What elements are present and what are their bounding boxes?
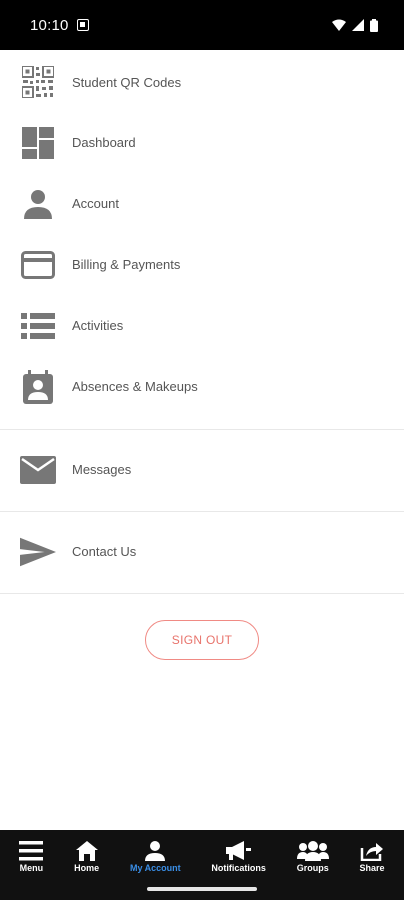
list-icon [20, 308, 56, 344]
send-icon [20, 534, 56, 570]
sign-out-button[interactable]: SIGN OUT [145, 620, 259, 660]
status-time: 10:10 [30, 16, 69, 34]
menu-item-label: Account [72, 196, 119, 211]
person-icon [20, 186, 56, 222]
section-divider [0, 593, 404, 594]
menu-item-billing-payments[interactable]: Billing & Payments [0, 234, 404, 295]
signout-container: SIGN OUT [0, 620, 404, 660]
notification-icon [76, 19, 89, 31]
wifi-icon [332, 19, 346, 31]
megaphone-icon [225, 841, 251, 860]
menu-item-account[interactable]: Account [0, 173, 404, 234]
nav-label: Menu [19, 863, 44, 873]
menu-item-label: Messages [72, 462, 132, 477]
nav-label: Share [359, 863, 385, 873]
badge-icon [20, 369, 56, 405]
menu-item-messages[interactable]: Messages [0, 439, 404, 500]
menu-item-dashboard[interactable]: Dashboard [0, 112, 404, 173]
envelope-icon [20, 452, 56, 488]
nav-share[interactable]: Share [360, 833, 385, 873]
hamburger-icon [19, 841, 44, 861]
menu-item-label: Absences & Makeups [72, 379, 198, 394]
home-indicator[interactable] [147, 887, 257, 891]
credit-card-icon [20, 247, 56, 283]
groups-icon [296, 841, 329, 861]
nav-label: Groups [296, 863, 329, 873]
nav-label: My Account [129, 863, 181, 873]
menu-item-label: Student QR Codes [72, 74, 182, 90]
status-icons [332, 18, 378, 32]
menu-item-student-qr-codes[interactable]: Student QR Codes [0, 52, 404, 112]
nav-menu[interactable]: Menu [19, 833, 44, 873]
menu-item-label: Contact Us [72, 544, 137, 559]
menu-item-label: Billing & Payments [72, 257, 181, 272]
nav-label: Notifications [211, 863, 266, 873]
status-bar: 10:10 [0, 0, 404, 50]
nav-my-account[interactable]: My Account [130, 833, 181, 873]
nav-notifications[interactable]: Notifications [211, 833, 266, 873]
nav-label: Home [74, 863, 100, 873]
battery-icon [370, 18, 378, 32]
account-menu: Student QR Codes Dashboard Account Billi… [0, 50, 404, 594]
menu-item-activities[interactable]: Activities [0, 295, 404, 356]
qr-code-icon [20, 64, 56, 100]
nav-home[interactable]: Home [74, 833, 99, 873]
menu-item-label: Activities [72, 318, 124, 333]
menu-item-label: Dashboard [72, 135, 136, 150]
person-icon [145, 841, 166, 861]
share-icon [360, 843, 384, 861]
signal-icon [352, 19, 364, 31]
menu-item-absences-makeups[interactable]: Absences & Makeups [0, 356, 404, 417]
dashboard-icon [20, 125, 56, 161]
menu-item-contact-us[interactable]: Contact Us [0, 521, 404, 582]
home-icon [75, 841, 98, 861]
nav-groups[interactable]: Groups [296, 833, 329, 873]
